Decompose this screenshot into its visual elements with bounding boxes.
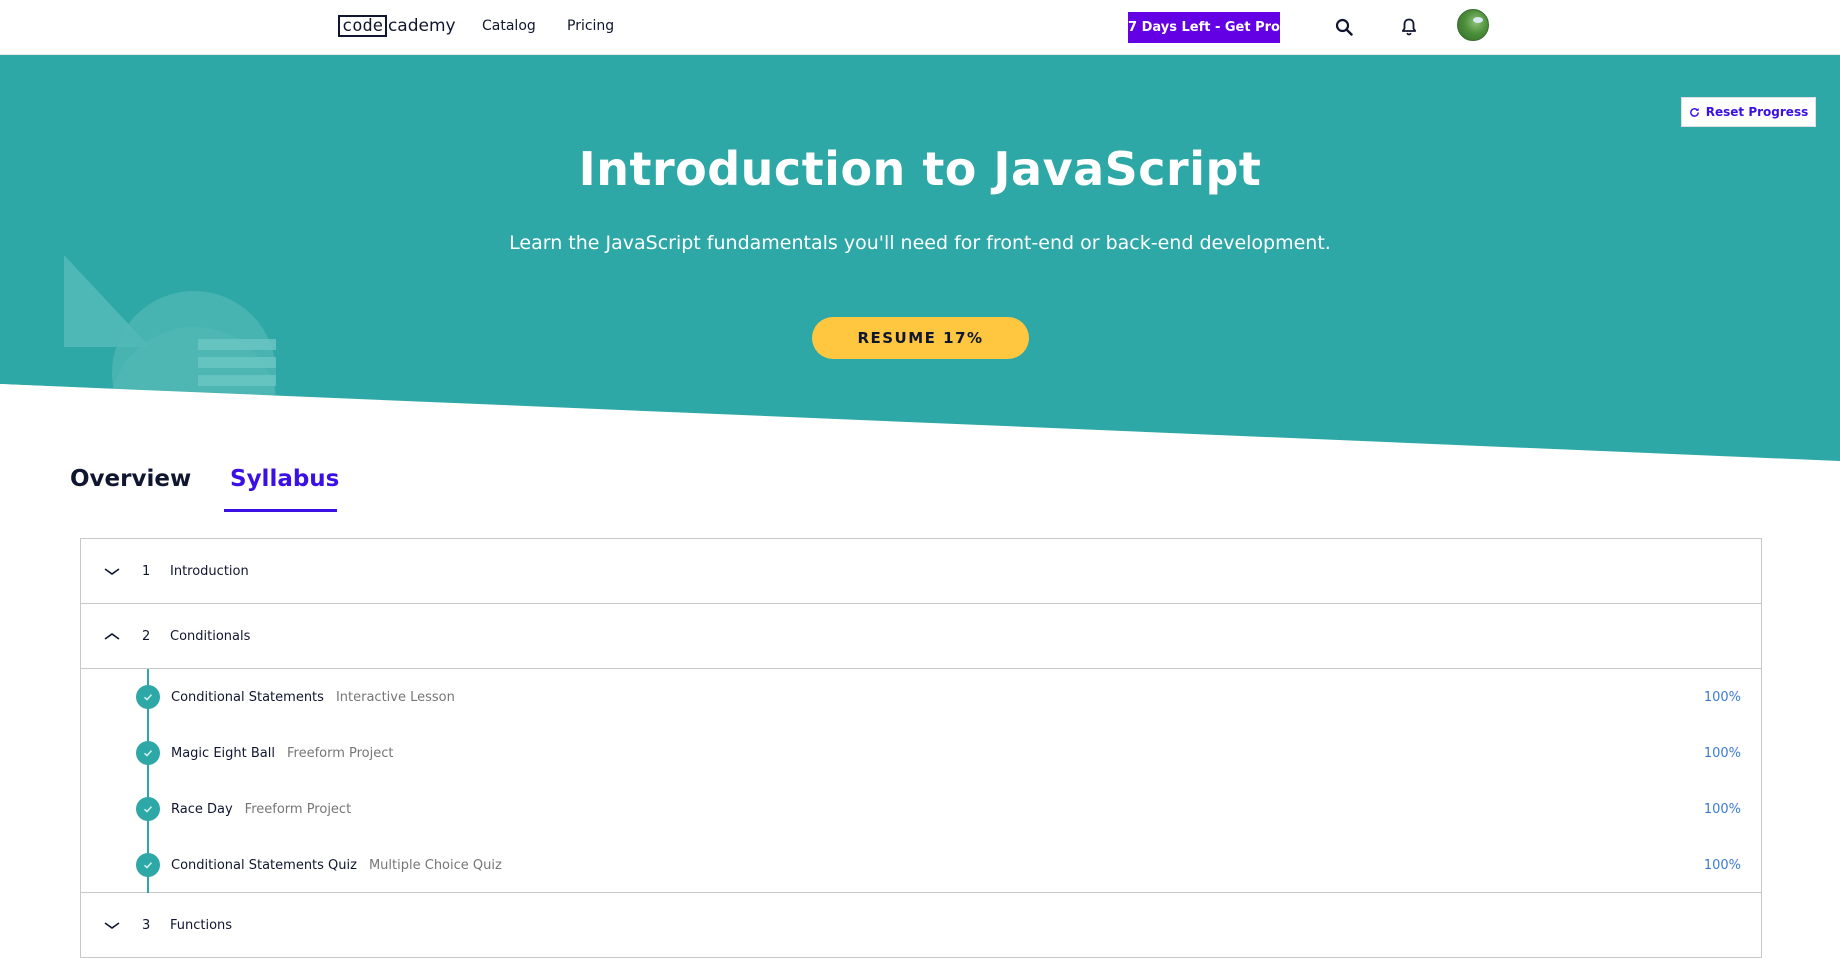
lesson-progress: 100%	[1703, 857, 1741, 873]
lesson-item[interactable]: Magic Eight Ball Freeform Project 100%	[81, 733, 1761, 773]
active-tab-indicator	[224, 509, 337, 512]
nav-catalog-link[interactable]: Catalog	[482, 18, 536, 34]
chevron-down-icon	[104, 568, 120, 575]
module-number: 3	[142, 917, 151, 933]
lesson-progress: 100%	[1703, 801, 1741, 817]
module-title: Conditionals	[170, 628, 251, 644]
get-pro-button[interactable]: 7 Days Left - Get Pro	[1128, 12, 1280, 43]
hero-background	[0, 55, 1840, 465]
lesson-name: Magic Eight Ball	[171, 745, 275, 761]
search-icon[interactable]	[1333, 16, 1355, 38]
chevron-up-icon	[104, 633, 120, 640]
lesson-type: Interactive Lesson	[335, 689, 455, 705]
lesson-item[interactable]: Conditional Statements Quiz Multiple Choi…	[81, 845, 1761, 885]
lesson-name: Conditional Statements Quiz	[171, 857, 357, 873]
course-subtitle: Learn the JavaScript fundamentals you'll…	[509, 232, 1331, 254]
bell-icon[interactable]	[1398, 16, 1420, 38]
lesson-name: Conditional Statements	[171, 689, 324, 705]
module-title: Functions	[170, 917, 233, 933]
lesson-list: Conditional Statements Interactive Lesson…	[81, 669, 1761, 893]
module-conditionals[interactable]: 2 Conditionals	[81, 604, 1761, 669]
check-icon	[136, 853, 160, 877]
module-number: 2	[142, 628, 151, 644]
module-title: Introduction	[170, 563, 249, 579]
top-navigation-bar: code cademy Catalog Pricing 7 Days Left -…	[0, 0, 1840, 55]
resume-button[interactable]: RESUME 17%	[812, 317, 1029, 359]
lesson-type: Multiple Choice Quiz	[368, 857, 502, 873]
lesson-name: Race Day	[171, 801, 233, 817]
lesson-item[interactable]: Race Day Freeform Project 100%	[81, 789, 1761, 829]
lesson-progress: 100%	[1703, 745, 1741, 761]
lesson-type: Freeform Project	[286, 745, 394, 761]
reset-icon	[1689, 107, 1699, 117]
check-icon	[136, 741, 160, 765]
logo-code-text: code	[338, 15, 387, 37]
syllabus-list: 1 Introduction 2 Conditionals Conditiona…	[80, 538, 1762, 958]
course-title: Introduction to JavaScript	[578, 142, 1262, 196]
course-hero-banner: Reset Progress Introduction to JavaScrip…	[0, 55, 1840, 465]
module-functions[interactable]: 3 Functions	[81, 893, 1761, 958]
logo-rest-text: cademy	[387, 16, 456, 36]
lesson-item[interactable]: Conditional Statements Interactive Lesson…	[81, 677, 1761, 717]
chevron-down-icon	[104, 922, 120, 929]
reset-progress-button[interactable]: Reset Progress	[1681, 97, 1816, 127]
tab-syllabus[interactable]: Syllabus	[230, 466, 339, 492]
reset-progress-label: Reset Progress	[1705, 105, 1809, 119]
check-icon	[136, 685, 160, 709]
codecademy-logo[interactable]: code cademy	[338, 14, 456, 38]
nav-pricing-link[interactable]: Pricing	[567, 18, 614, 34]
tab-overview[interactable]: Overview	[70, 466, 191, 492]
lesson-progress: 100%	[1703, 689, 1741, 705]
lesson-type: Freeform Project	[244, 801, 352, 817]
module-introduction[interactable]: 1 Introduction	[81, 539, 1761, 604]
check-icon	[136, 797, 160, 821]
avatar[interactable]	[1457, 9, 1489, 41]
module-number: 1	[142, 563, 151, 579]
